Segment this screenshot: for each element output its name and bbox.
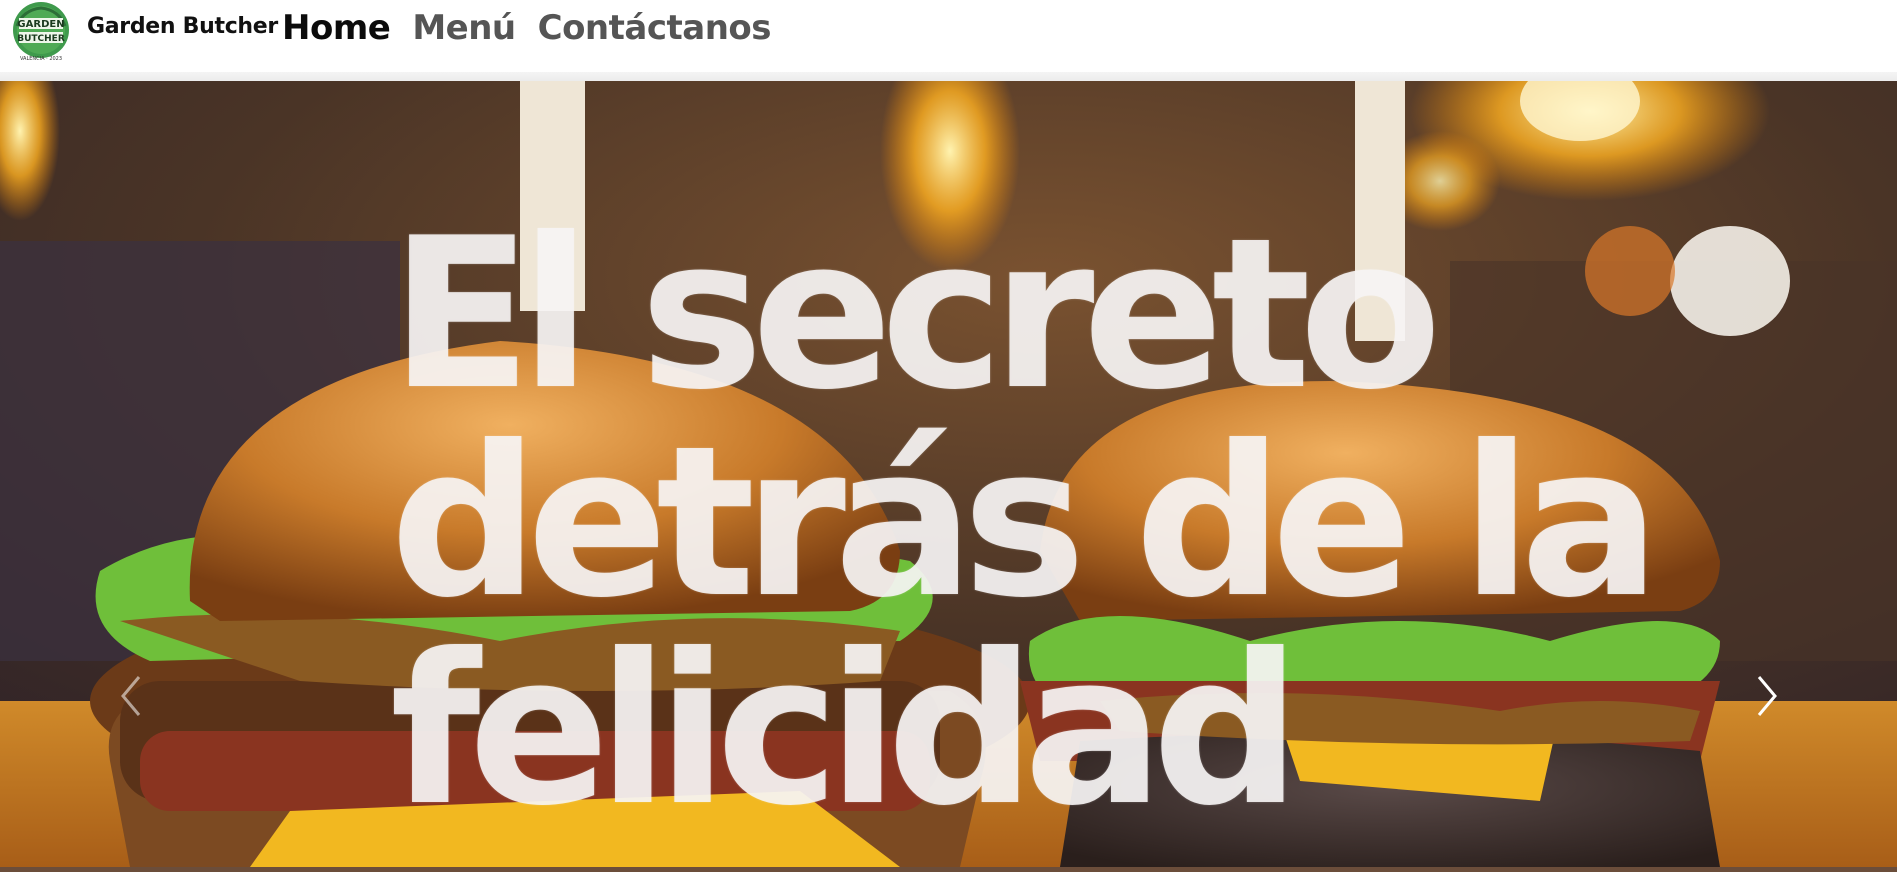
carousel-next-button[interactable]: [1738, 656, 1798, 736]
nav-menu-link[interactable]: Menú: [412, 4, 516, 52]
hero-title-line-3: felicidad: [390, 610, 1301, 852]
brand-name[interactable]: Garden Butcher: [87, 10, 278, 44]
navbar: GARDEN BUTCHER VALENCIA · 2023 Garden Bu…: [0, 0, 1897, 80]
garden-butcher-logo[interactable]: GARDEN BUTCHER VALENCIA · 2023: [9, 0, 73, 64]
svg-text:VALENCIA · 2023: VALENCIA · 2023: [20, 56, 62, 62]
svg-text:GARDEN: GARDEN: [17, 19, 64, 30]
nav-contact-link[interactable]: Contáctanos: [538, 4, 772, 52]
navbar-divider: [0, 72, 1897, 81]
hero-title-line-1: El secreto: [390, 194, 1442, 436]
hero-bottom-edge: [0, 867, 1897, 872]
main-nav: Home Menú Contáctanos: [282, 4, 772, 52]
hero-carousel: El secreto detrás de la felicidad: [0, 81, 1897, 867]
chevron-left-icon: [121, 676, 141, 716]
nav-home-link[interactable]: Home: [282, 4, 391, 52]
chevron-right-icon: [1757, 676, 1777, 716]
carousel-prev-button[interactable]: [100, 656, 160, 736]
hero-title-line-2: detrás de la: [390, 402, 1661, 644]
svg-text:BUTCHER: BUTCHER: [17, 34, 65, 44]
hero-title: El secreto detrás de la felicidad: [390, 211, 1690, 835]
